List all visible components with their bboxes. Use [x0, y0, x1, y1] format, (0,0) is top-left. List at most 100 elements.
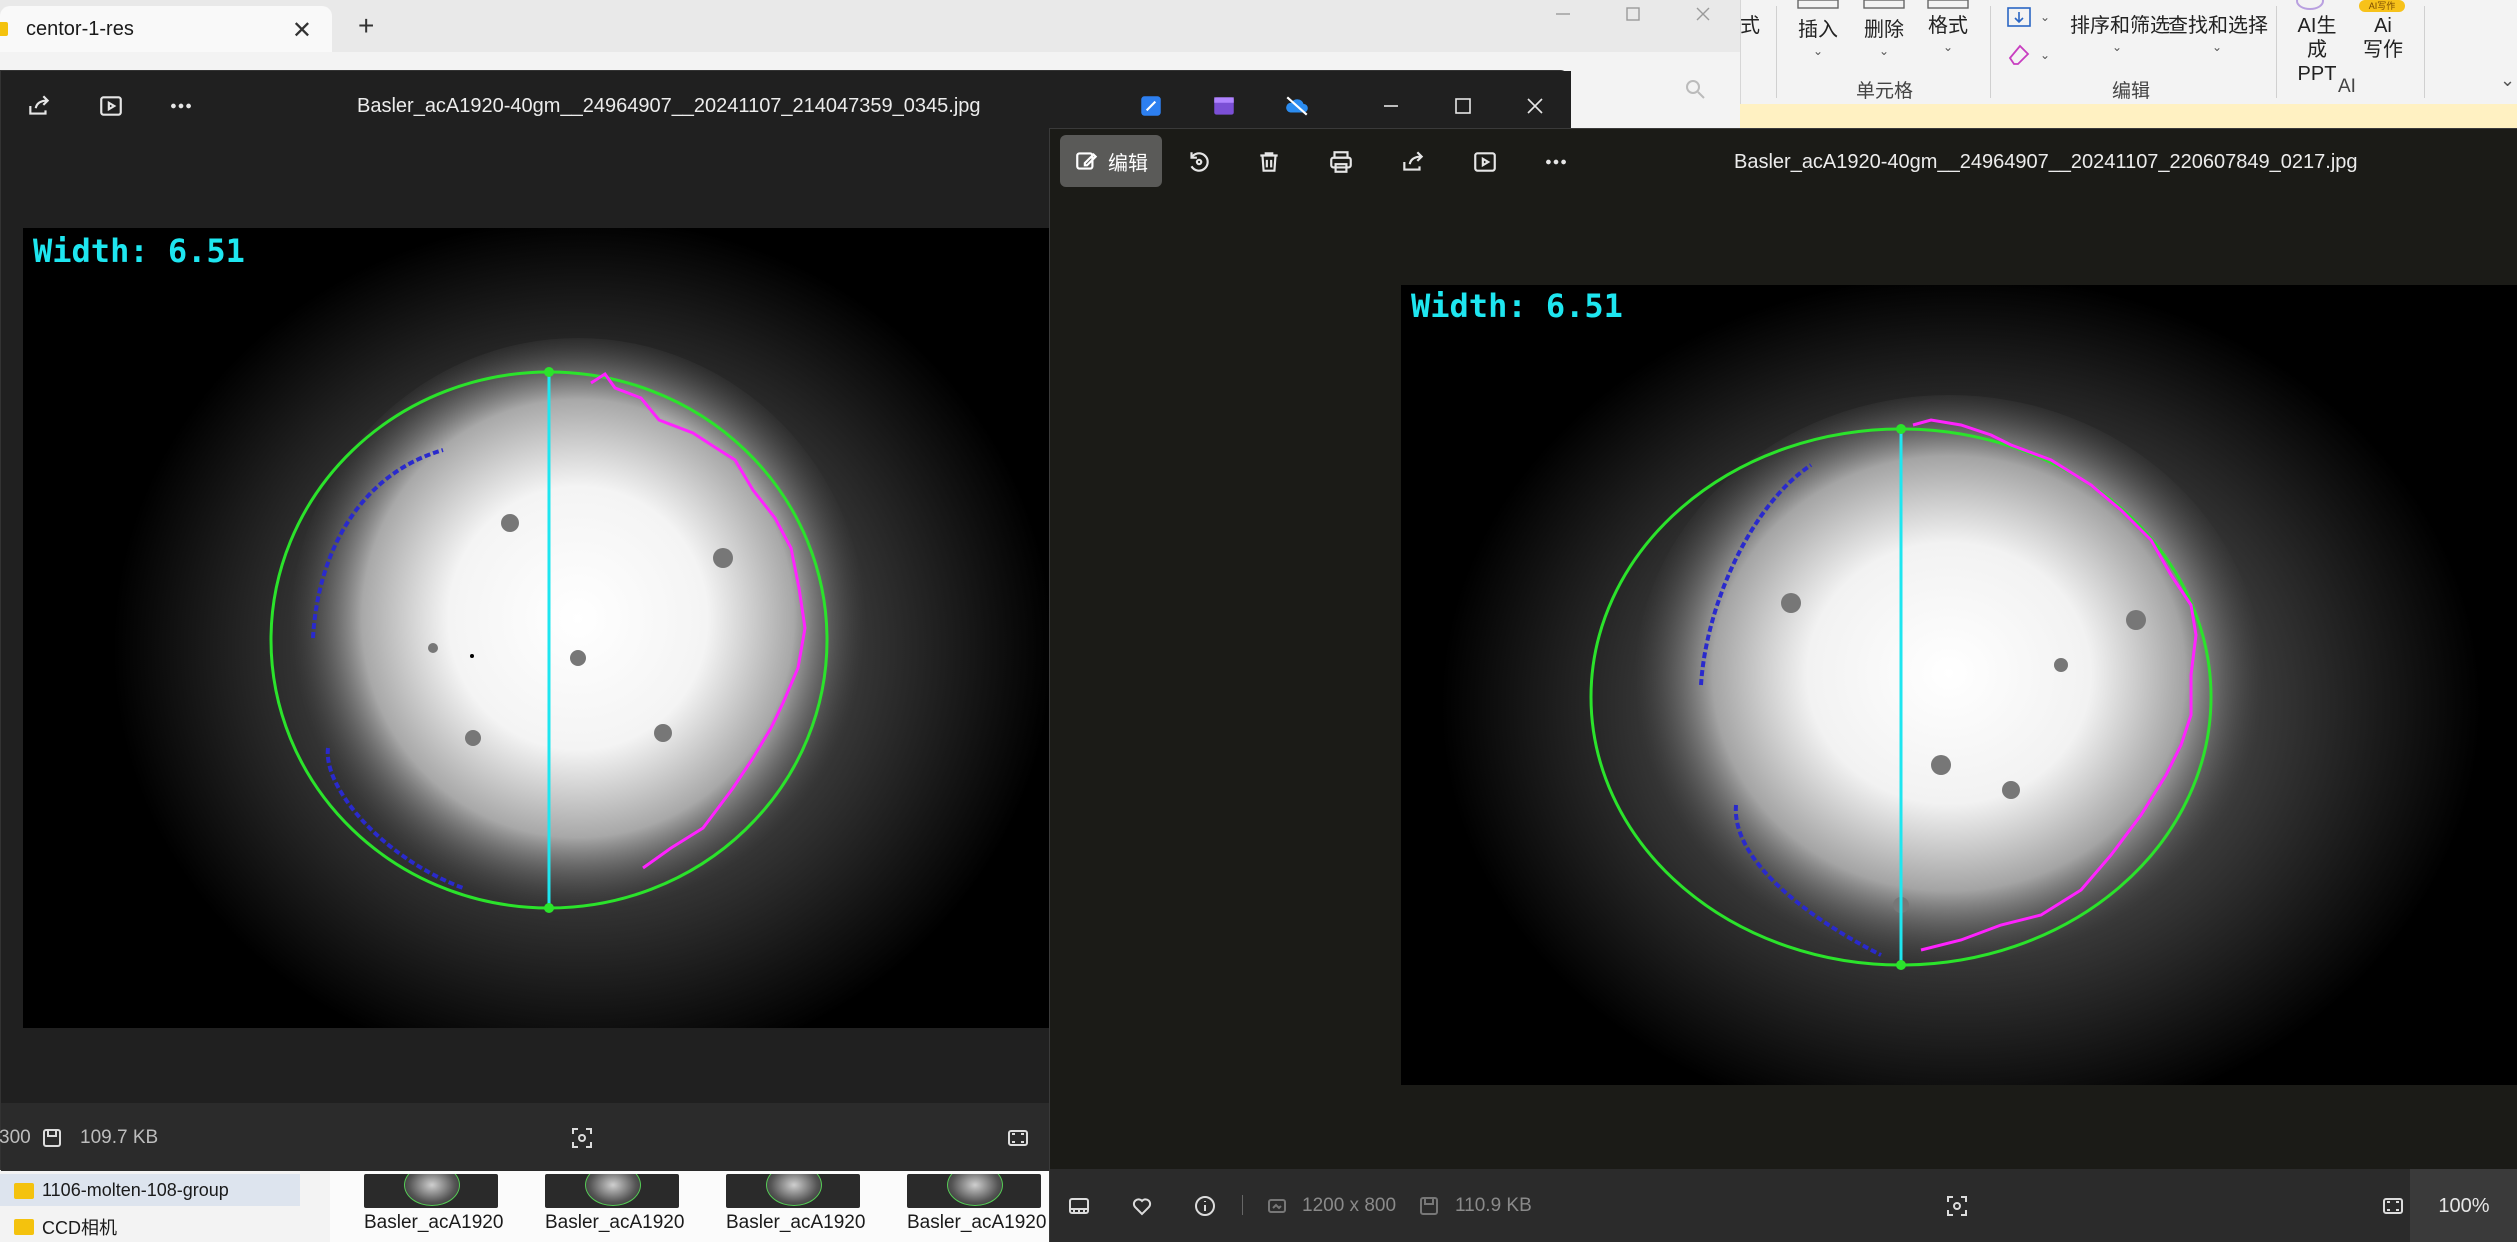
slideshow-icon[interactable] [1467, 144, 1503, 180]
maximize-icon[interactable] [1435, 78, 1491, 134]
ai-ppt-button[interactable]: AI生 成PPT [2290, 14, 2344, 86]
photo-title-2: Basler_acA1920-40gm__24964907__20241107_… [1734, 151, 2358, 173]
crop-face-icon[interactable] [567, 1123, 597, 1153]
file-thumbnail[interactable] [545, 1174, 679, 1208]
file-name: Basler_acA1920 [726, 1212, 866, 1233]
designer-app-icon[interactable] [1133, 88, 1169, 124]
edit-button[interactable]: 编辑 [1060, 135, 1162, 187]
fit-screen-icon[interactable] [1003, 1123, 1033, 1153]
delete-cells-icon [1863, 0, 1905, 9]
explorer-tab-title: centor-1-res [26, 17, 134, 40]
photo-render-2 [1441, 285, 2481, 1085]
explorer-tab-bar: centor-1-res ✕ + [0, 0, 1740, 52]
slideshow-icon[interactable] [93, 88, 129, 124]
print-icon[interactable] [1323, 144, 1359, 180]
chevron-down-icon[interactable]: ⌄ [2112, 40, 2122, 54]
ribbon-separator [2424, 6, 2425, 98]
excel-info-bar [1740, 104, 2517, 130]
tab-close-icon[interactable]: ✕ [292, 16, 312, 45]
explorer-tab[interactable]: centor-1-res ✕ [0, 6, 332, 52]
edit-button-label: 编辑 [1108, 152, 1148, 175]
nav-item-molten-group[interactable]: 1106-molten-108-group [14, 1180, 229, 1201]
delete-button[interactable]: 删除 [1862, 18, 1906, 42]
more-icon[interactable] [1538, 144, 1574, 180]
photos-statusbar-2: 1200 x 800 110.9 KB 100% [1050, 1169, 2517, 1242]
cells-group-label: 单元格 [1856, 81, 1914, 102]
chevron-down-icon[interactable]: ⌄ [1879, 44, 1889, 58]
photo-image-2[interactable]: Width: 6.51 [1401, 285, 2517, 1085]
image-dimensions: 1200 x 800 [1302, 1195, 1397, 1216]
nav-item-label: CCD相机 [42, 1218, 117, 1238]
ribbon-collapse-icon[interactable]: ⌄ [2500, 70, 2515, 91]
ai-write-label-line1: Ai [2374, 15, 2392, 37]
top-point [544, 367, 554, 377]
clear-eraser-icon[interactable] [2006, 42, 2034, 66]
file-thumbnail[interactable] [364, 1174, 498, 1208]
explorer-close-icon[interactable] [1670, 0, 1736, 28]
clipchamp-icon[interactable] [1206, 88, 1242, 124]
chevron-down-icon[interactable]: ⌄ [1943, 40, 1953, 54]
edit-photo-icon [1076, 152, 1098, 170]
photos-toolbar-2: 编辑 Basler_acA1920-40gm__24964907__202411… [1050, 129, 2517, 195]
file-name: Basler_acA1920 [907, 1212, 1047, 1233]
explorer-maximize-icon[interactable] [1600, 0, 1666, 28]
file-size-icon [1414, 1191, 1444, 1221]
folder-icon [14, 1182, 34, 1199]
explorer-minimize-icon[interactable] [1530, 0, 1596, 28]
photo-image-1[interactable]: Width: 6.51 [23, 228, 1051, 1028]
find-select-button[interactable]: 查找和选择 [2168, 14, 2268, 38]
search-icon[interactable] [1680, 74, 1710, 104]
info-icon[interactable] [1190, 1191, 1220, 1221]
insert-button[interactable]: 插入 [1796, 18, 1840, 42]
file-size-icon [37, 1123, 67, 1153]
width-measurement-label: Width: 6.51 [33, 232, 245, 270]
more-icon[interactable] [163, 88, 199, 124]
photos-window-2: 编辑 Basler_acA1920-40gm__24964907__202411… [1049, 128, 2517, 1242]
bright-spot [1634, 395, 2264, 975]
image-dimensions: 300 [0, 1127, 31, 1148]
ai-write-button[interactable]: Ai 写作 [2360, 14, 2406, 62]
format-button[interactable]: 格式 [1926, 14, 1970, 38]
filmstrip-icon[interactable] [1064, 1191, 1094, 1221]
format-cells-icon [1927, 0, 1969, 9]
fill-down-icon[interactable] [2006, 6, 2034, 28]
dimensions-icon [1262, 1191, 1292, 1221]
ribbon-separator [2276, 6, 2277, 98]
photo-title-1: Basler_acA1920-40gm__24964907__20241107_… [357, 95, 981, 117]
file-name: Basler_acA1920 [545, 1212, 685, 1233]
chevron-down-icon[interactable]: ⌄ [1813, 44, 1823, 58]
desktop: centor-1-res ✕ + 1106-molten-108-group C… [0, 0, 2517, 1242]
bottom-point [544, 903, 554, 913]
speck-dot [470, 654, 474, 658]
rotate-icon[interactable] [1180, 144, 1216, 180]
nav-item-ccd-camera[interactable]: CCD相机 [14, 1214, 117, 1240]
nav-item-label: 1106-molten-108-group [42, 1180, 229, 1200]
photo-render-1 [113, 228, 1051, 1028]
explorer-nav-pane: 1106-molten-108-group CCD相机 [0, 1170, 330, 1242]
zoom-level-button[interactable]: 100% [2410, 1169, 2517, 1242]
sort-filter-button[interactable]: 排序和筛选 [2070, 14, 2170, 38]
ribbon-partial-label: 式 [1740, 15, 1760, 37]
crop-face-icon[interactable] [1942, 1191, 1972, 1221]
folder-icon [14, 1219, 34, 1235]
chevron-down-icon[interactable]: ⌄ [2212, 40, 2222, 54]
chevron-down-icon[interactable]: ⌄ [2040, 48, 2050, 62]
fit-screen-icon[interactable] [2378, 1191, 2408, 1221]
share-icon[interactable] [1395, 144, 1431, 180]
width-measurement-label: Width: 6.51 [1411, 287, 1623, 325]
close-icon[interactable] [1507, 78, 1563, 134]
delete-icon[interactable] [1251, 144, 1287, 180]
folder-icon [0, 22, 8, 36]
minimize-icon[interactable] [1363, 78, 1419, 134]
file-size: 109.7 KB [80, 1127, 159, 1148]
onedrive-offline-icon[interactable] [1279, 88, 1315, 124]
chevron-down-icon[interactable]: ⌄ [2040, 10, 2050, 24]
share-icon[interactable] [21, 88, 57, 124]
file-thumbnail[interactable] [907, 1174, 1041, 1208]
favorite-icon[interactable] [1127, 1191, 1157, 1221]
file-thumbnail[interactable] [726, 1174, 860, 1208]
ai-ppt-label-line1: AI生 [2297, 15, 2337, 37]
top-point [1896, 424, 1906, 434]
new-tab-button[interactable]: + [358, 10, 374, 42]
insert-cells-icon [1797, 0, 1839, 9]
